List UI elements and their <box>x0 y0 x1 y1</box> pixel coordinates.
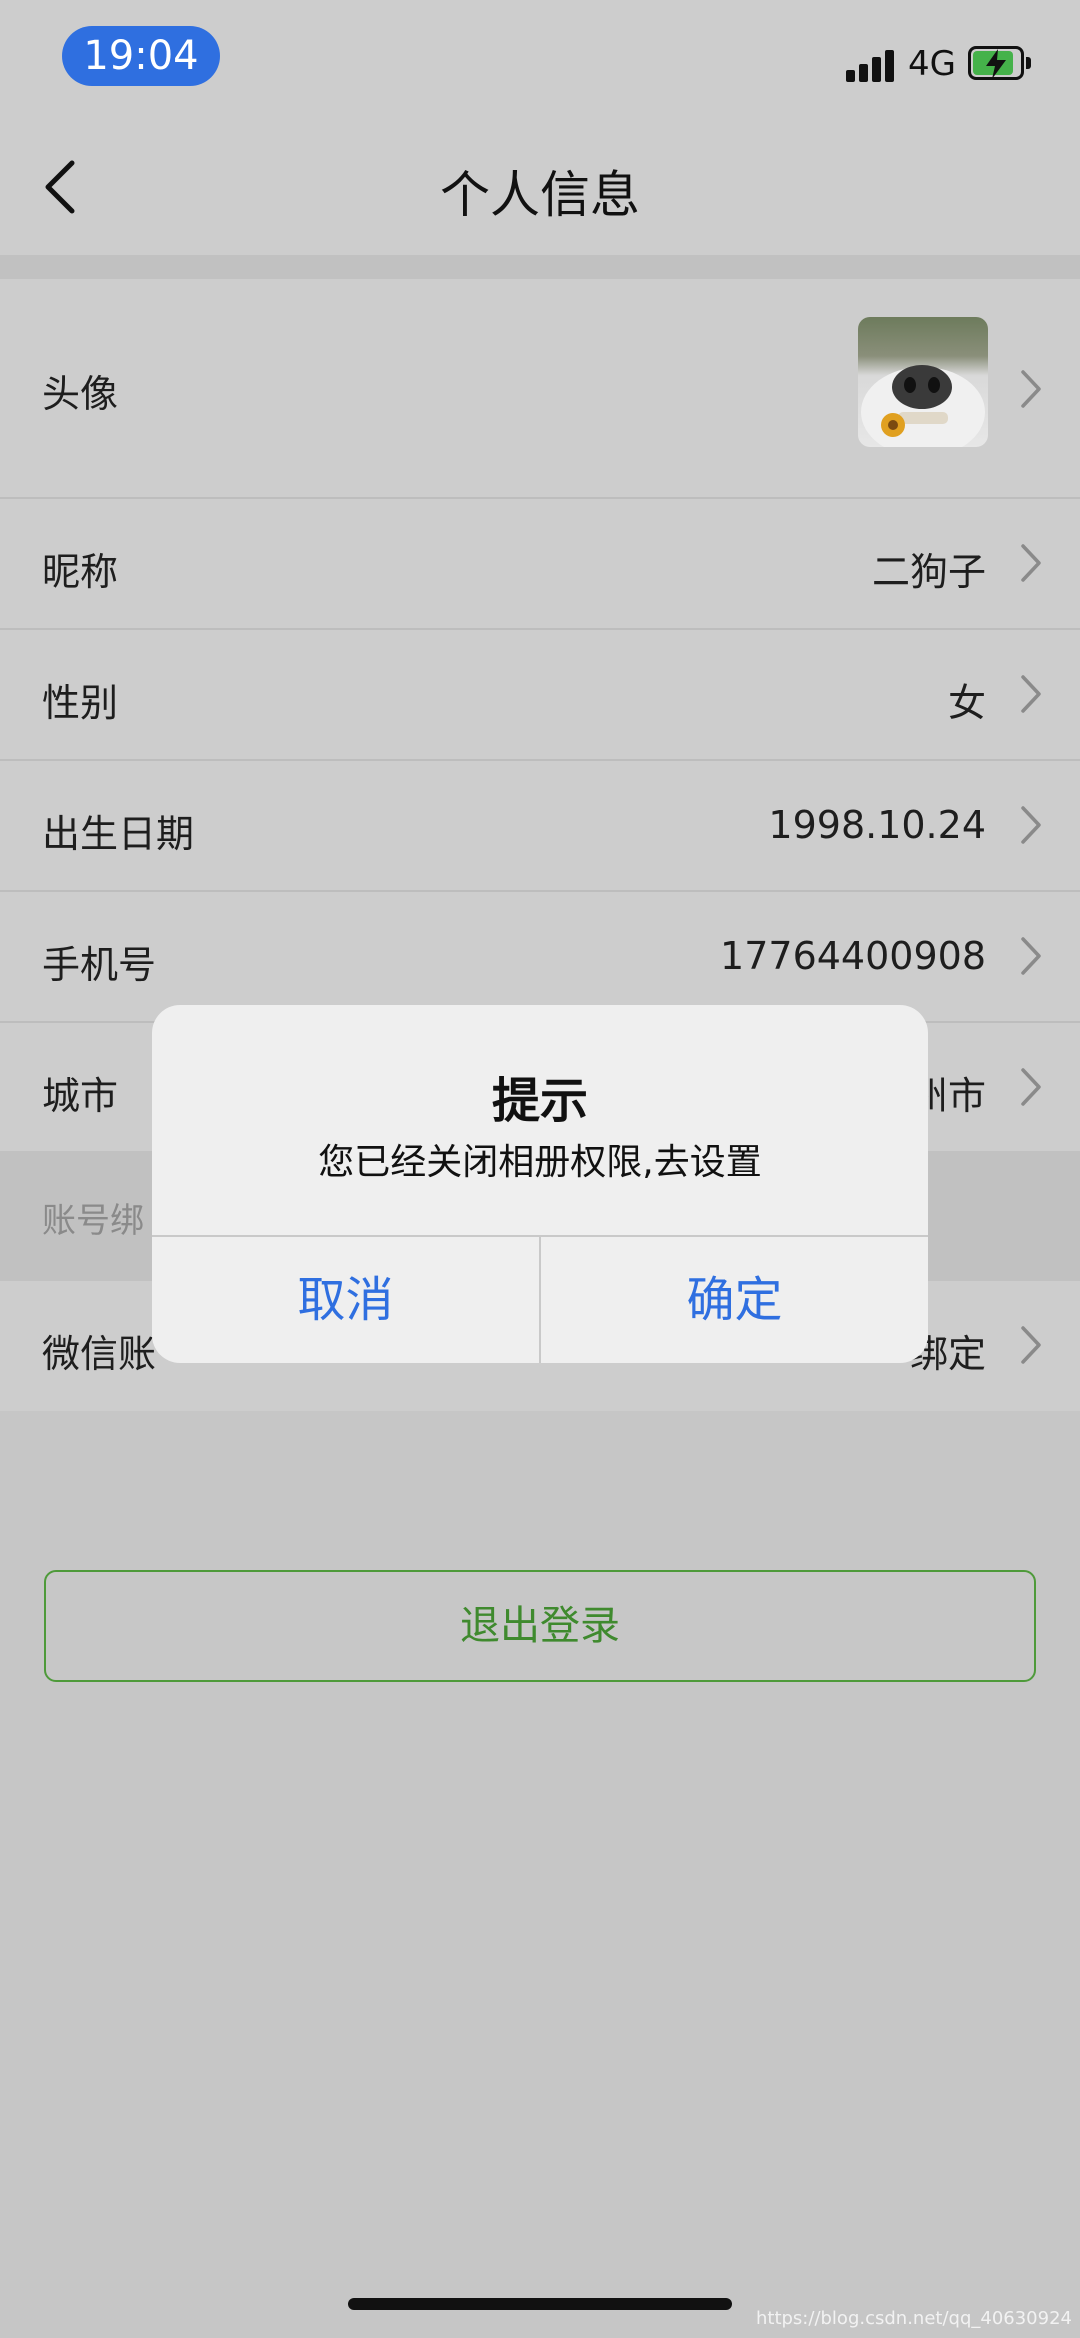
row-gender[interactable]: 性别 女 <box>0 630 1080 761</box>
battery-charging-icon <box>968 46 1032 82</box>
status-time: 19:04 <box>62 26 220 86</box>
avatar <box>858 317 988 447</box>
row-avatar[interactable]: 头像 <box>0 279 1080 499</box>
row-value: 17764400908 <box>720 934 986 978</box>
section-header-label: 账号绑 <box>42 1201 144 1241</box>
row-label: 微信账 <box>42 1332 157 1376</box>
home-indicator[interactable] <box>348 2298 732 2310</box>
row-label: 头像 <box>42 372 119 416</box>
chevron-right-icon <box>1021 370 1041 408</box>
status-bar: 19:04 4G <box>0 0 1080 115</box>
confirm-button[interactable]: 确定 <box>541 1237 928 1363</box>
row-label: 城市 <box>42 1074 119 1118</box>
row-label: 手机号 <box>42 943 157 987</box>
row-phone[interactable]: 手机号 17764400908 <box>0 892 1080 1023</box>
dialog-message: 您已经关闭相册权限,去设置 <box>318 1142 762 1183</box>
nav-bar: 个人信息 <box>0 115 1080 255</box>
dialog-title: 提示 <box>491 1073 588 1129</box>
alert-dialog: 提示 您已经关闭相册权限,去设置 取消 确定 <box>152 1005 928 1363</box>
row-value: 二狗子 <box>871 550 986 594</box>
row-label: 昵称 <box>42 550 119 594</box>
chevron-right-icon <box>1021 1068 1041 1106</box>
cancel-button[interactable]: 取消 <box>152 1237 539 1363</box>
row-value: 1998.10.24 <box>768 803 986 847</box>
row-birthdate[interactable]: 出生日期 1998.10.24 <box>0 761 1080 892</box>
row-nickname[interactable]: 昵称 二狗子 <box>0 499 1080 630</box>
watermark: https://blog.csdn.net/qq_40630924 <box>755 2308 1072 2329</box>
cellular-signal-icon <box>846 48 898 82</box>
chevron-right-icon <box>1021 675 1041 713</box>
chevron-right-icon <box>1021 1326 1041 1364</box>
network-type: 4G <box>908 44 956 84</box>
section-gap <box>0 255 1080 279</box>
row-label: 出生日期 <box>42 812 195 856</box>
row-value: 女 <box>947 681 986 725</box>
chevron-right-icon <box>1021 544 1041 582</box>
chevron-right-icon <box>1021 937 1041 975</box>
page-title: 个人信息 <box>440 166 640 224</box>
logout-button[interactable]: 退出登录 <box>44 1570 1036 1682</box>
row-label: 性别 <box>42 681 119 725</box>
chevron-right-icon <box>1021 806 1041 844</box>
